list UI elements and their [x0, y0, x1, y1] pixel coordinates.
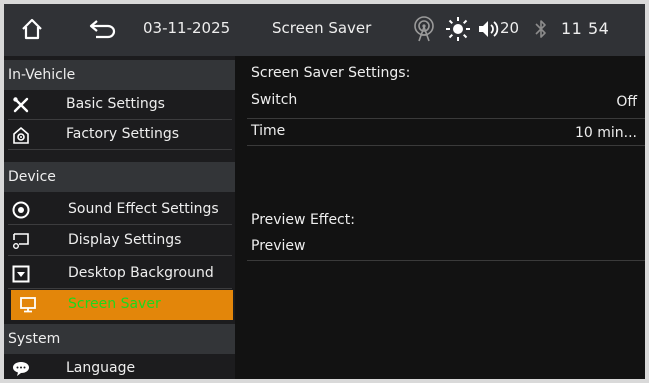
sidebar-item-language[interactable]: Language: [4, 354, 235, 379]
settings-sidebar: In-Vehicle Basic Settings Factory Settin…: [4, 56, 235, 379]
volume-level: 20: [500, 19, 520, 37]
factory-icon: [13, 126, 29, 144]
time-row[interactable]: Time 10 min...: [247, 119, 645, 147]
switch-value: Off: [616, 94, 637, 110]
divider: [8, 255, 232, 256]
divider: [247, 145, 645, 146]
sidebar-item-factory-settings[interactable]: Factory Settings: [4, 120, 235, 150]
head-unit-screen: 03-11-2025 Screen Saver 20 11 54 In-Vehi…: [4, 4, 645, 379]
image-icon: [12, 265, 30, 283]
sidebar-item-label: Display Settings: [68, 232, 182, 248]
tools-icon: [13, 97, 29, 113]
status-bar: 03-11-2025 Screen Saver 20 11 54: [4, 4, 645, 56]
speaker-circle-icon: [12, 201, 30, 219]
speaker-icon[interactable]: [478, 19, 500, 39]
page-title: Screen Saver: [272, 19, 372, 37]
display-icon: [13, 233, 29, 249]
preview-label: Preview: [251, 238, 306, 254]
divider: [8, 149, 232, 150]
sidebar-item-label: Basic Settings: [66, 96, 165, 112]
clock: 11 54: [561, 19, 610, 38]
divider: [8, 224, 232, 225]
back-arrow-icon[interactable]: [88, 17, 118, 41]
section-header-device: Device: [4, 162, 235, 192]
time-label: Time: [251, 123, 286, 139]
sun-icon[interactable]: [445, 16, 471, 42]
sidebar-item-label: Desktop Background: [68, 265, 214, 281]
signal-tower-icon: [414, 16, 434, 42]
time-value: 10 min...: [574, 125, 637, 141]
divider: [8, 288, 232, 289]
section-header-system: System: [4, 324, 235, 354]
divider: [247, 260, 645, 261]
sidebar-item-basic-settings[interactable]: Basic Settings: [4, 90, 235, 120]
bluetooth-icon: [535, 20, 546, 38]
preview-row[interactable]: Preview: [247, 234, 645, 260]
sidebar-item-screen-saver[interactable]: Screen Saver: [11, 290, 233, 320]
sidebar-item-desktop-background[interactable]: Desktop Background: [4, 259, 235, 289]
home-icon[interactable]: [20, 17, 44, 41]
date-display: 03-11-2025: [143, 19, 231, 37]
switch-row[interactable]: Switch Off: [247, 88, 645, 118]
section-header-in-vehicle: In-Vehicle: [4, 60, 235, 90]
switch-label: Switch: [251, 92, 298, 108]
sidebar-item-label: Sound Effect Settings: [68, 201, 219, 217]
monitor-icon: [20, 297, 36, 313]
screen-saver-panel: Screen Saver Settings: Switch Off Time 1…: [235, 56, 645, 379]
sidebar-item-sound-effect-settings[interactable]: Sound Effect Settings: [4, 195, 235, 225]
preview-heading: Preview Effect:: [251, 212, 355, 228]
settings-heading: Screen Saver Settings:: [251, 65, 411, 81]
sidebar-item-label: Factory Settings: [66, 126, 180, 142]
sidebar-item-label: Language: [66, 360, 136, 376]
sidebar-item-display-settings[interactable]: Display Settings: [4, 226, 235, 256]
sidebar-item-label: Screen Saver: [68, 296, 161, 312]
speech-bubble-icon: [13, 362, 29, 376]
